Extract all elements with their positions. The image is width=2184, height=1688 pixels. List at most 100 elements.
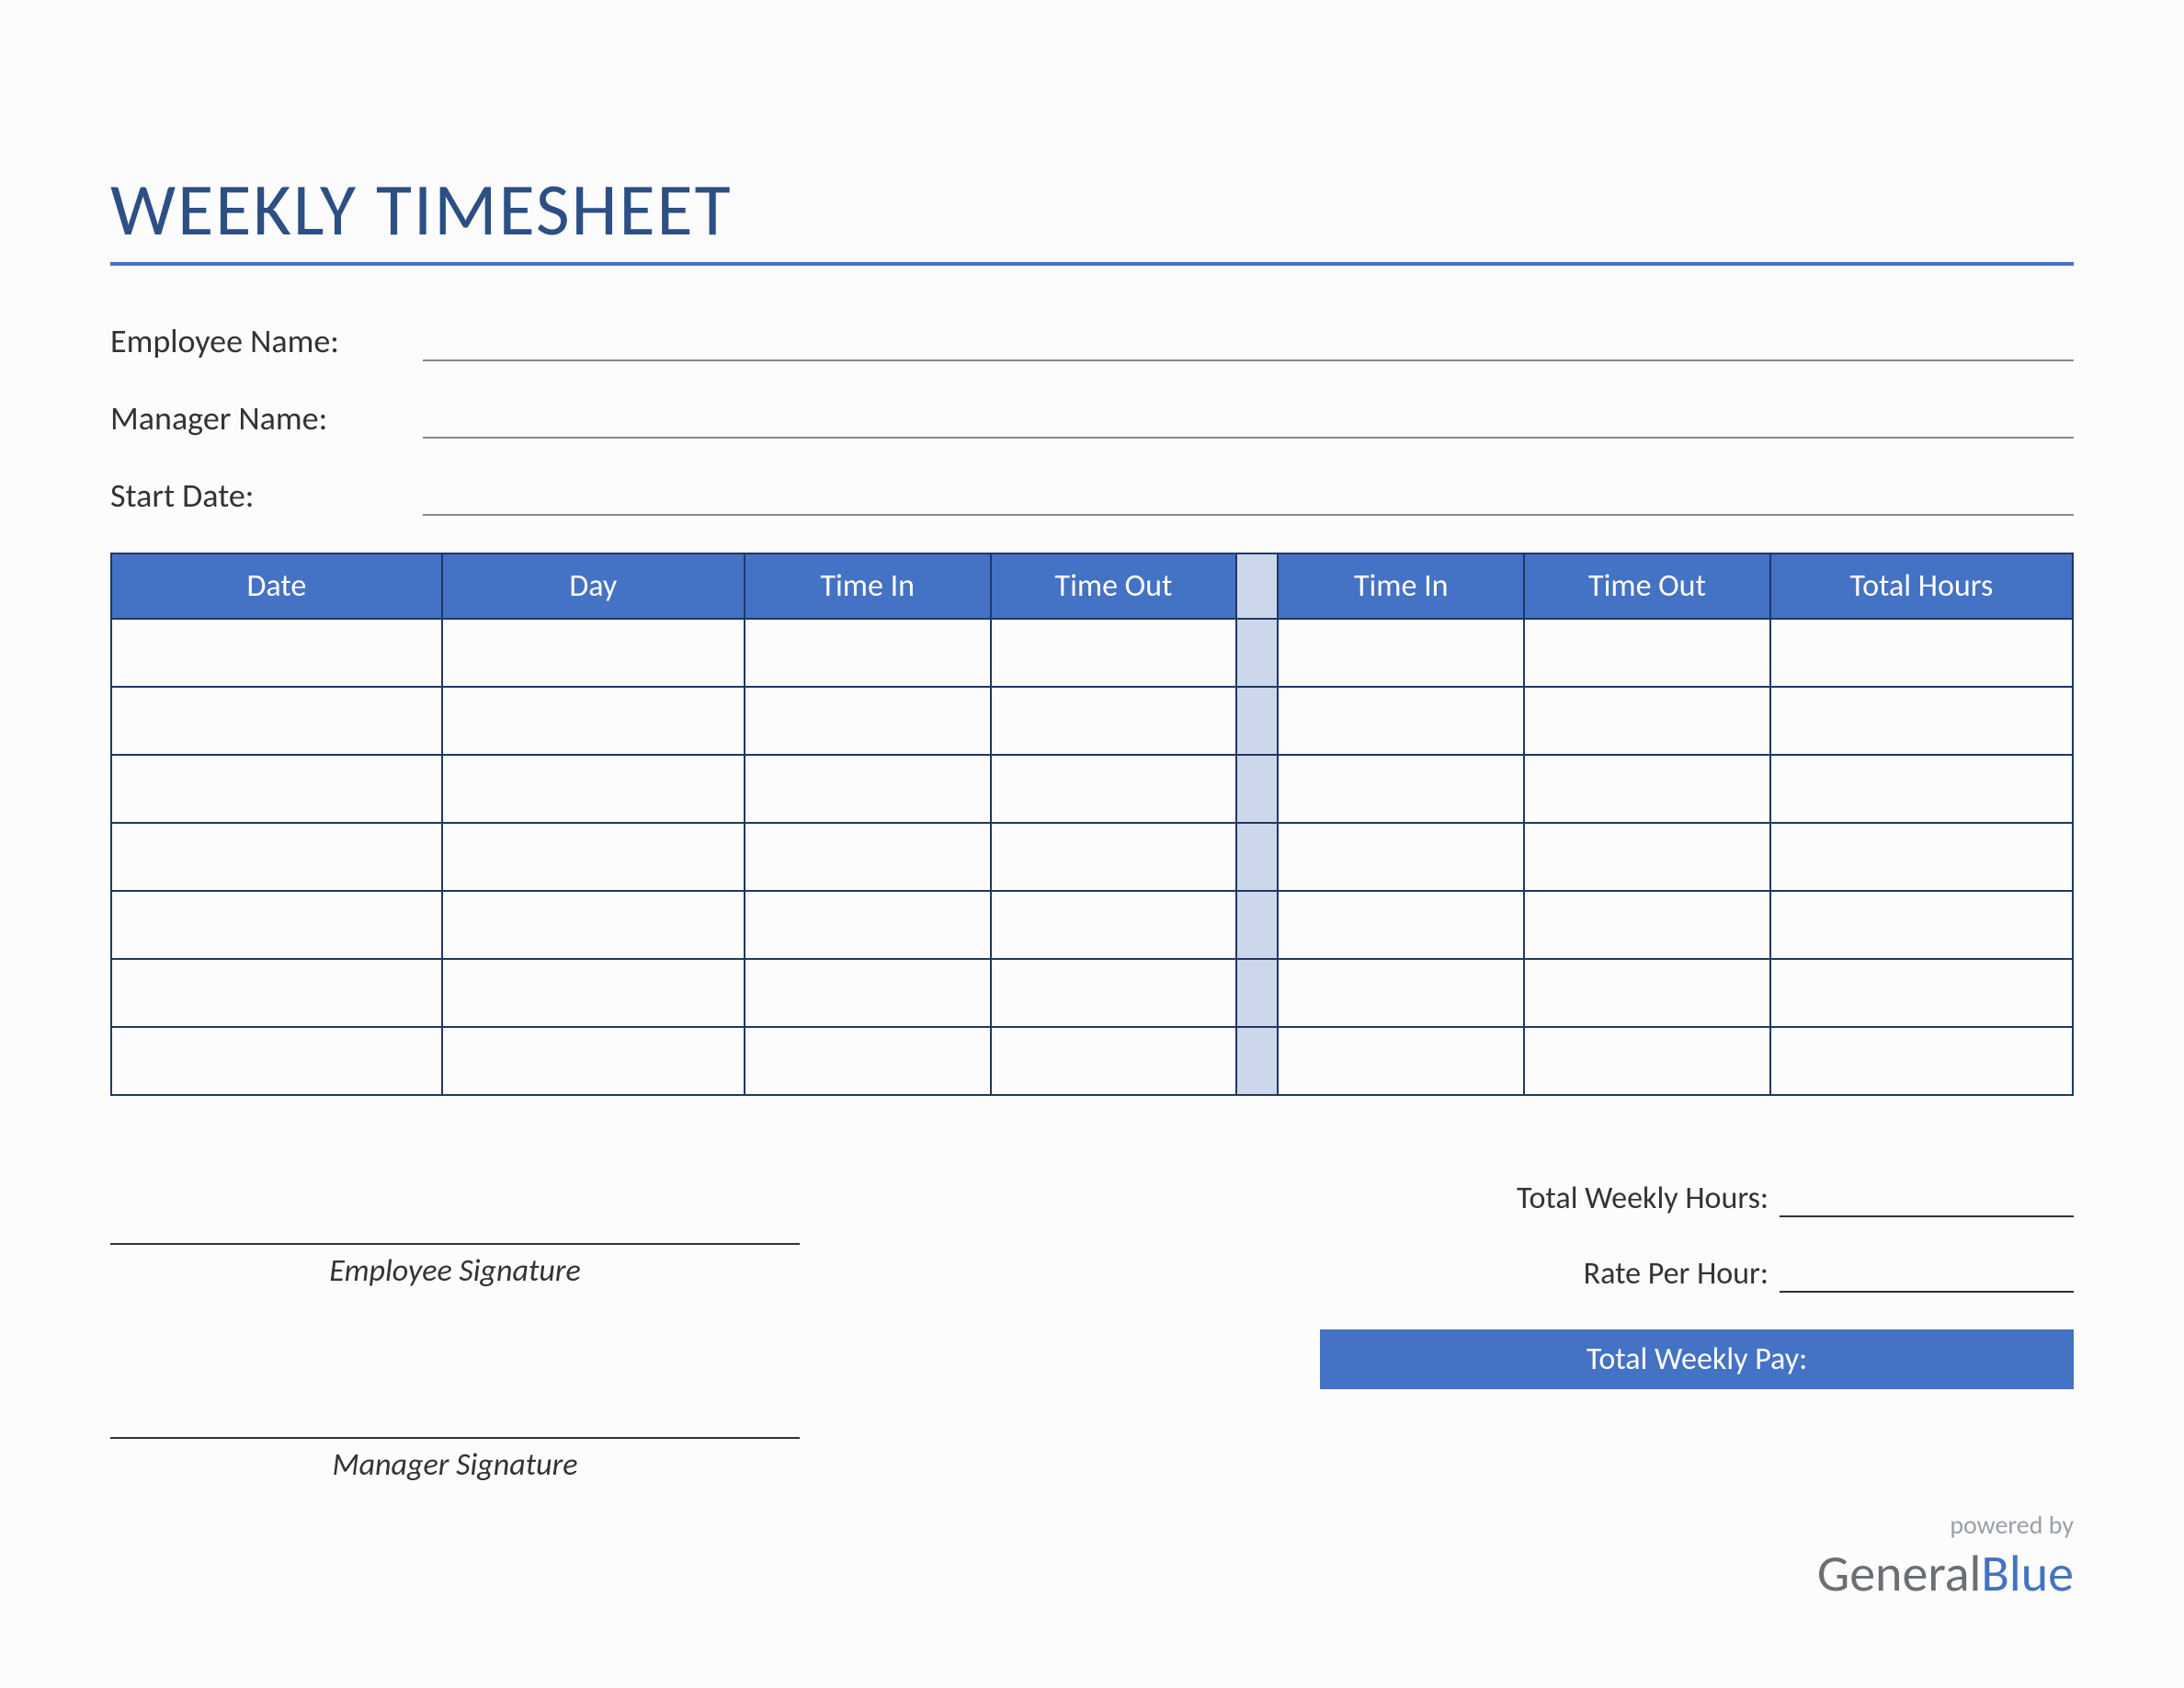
header-date: Date bbox=[111, 553, 442, 619]
cell-time-out-2[interactable] bbox=[1524, 755, 1770, 823]
cell-time-out-1[interactable] bbox=[991, 755, 1237, 823]
footer-branding: powered by GeneralBlue bbox=[1817, 1509, 2074, 1605]
cell-time-in-2[interactable] bbox=[1278, 1027, 1524, 1095]
cell-day[interactable] bbox=[442, 1027, 745, 1095]
cell-day[interactable] bbox=[442, 619, 745, 687]
cell-date[interactable] bbox=[111, 619, 442, 687]
start-date-input-line[interactable] bbox=[423, 479, 2074, 516]
total-hours-row: Total Weekly Hours: bbox=[1320, 1179, 2074, 1217]
table-row bbox=[111, 959, 2073, 1027]
cell-time-in-2[interactable] bbox=[1278, 687, 1524, 755]
table-row bbox=[111, 619, 2073, 687]
cell-time-in-2[interactable] bbox=[1278, 755, 1524, 823]
cell-total[interactable] bbox=[1770, 687, 2073, 755]
start-date-label: Start Date: bbox=[110, 475, 423, 516]
cell-day[interactable] bbox=[442, 823, 745, 891]
cell-total[interactable] bbox=[1770, 1027, 2073, 1095]
powered-by-text: powered by bbox=[1817, 1509, 2074, 1541]
table-row bbox=[111, 1027, 2073, 1095]
cell-spacer bbox=[1236, 755, 1278, 823]
title-underline bbox=[110, 262, 2074, 266]
cell-time-out-2[interactable] bbox=[1524, 959, 1770, 1027]
rate-label: Rate Per Hour: bbox=[1584, 1255, 1780, 1293]
cell-time-out-1[interactable] bbox=[991, 687, 1237, 755]
cell-day[interactable] bbox=[442, 959, 745, 1027]
cell-time-out-1[interactable] bbox=[991, 1027, 1237, 1095]
header-day: Day bbox=[442, 553, 745, 619]
timesheet-table: Date Day Time In Time Out Time In Time O… bbox=[110, 553, 2074, 1096]
cell-total[interactable] bbox=[1770, 959, 2073, 1027]
cell-spacer bbox=[1236, 891, 1278, 959]
brand-part-1: General bbox=[1817, 1543, 1982, 1605]
employee-signature-label: Employee Signature bbox=[110, 1252, 800, 1290]
cell-time-out-2[interactable] bbox=[1524, 687, 1770, 755]
cell-time-in-1[interactable] bbox=[745, 823, 991, 891]
cell-total[interactable] bbox=[1770, 619, 2073, 687]
cell-time-out-1[interactable] bbox=[991, 823, 1237, 891]
cell-time-out-2[interactable] bbox=[1524, 891, 1770, 959]
cell-spacer bbox=[1236, 619, 1278, 687]
cell-spacer bbox=[1236, 823, 1278, 891]
cell-time-out-1[interactable] bbox=[991, 959, 1237, 1027]
cell-time-out-1[interactable] bbox=[991, 891, 1237, 959]
header-time-out-1: Time Out bbox=[991, 553, 1237, 619]
employee-name-label: Employee Name: bbox=[110, 321, 423, 361]
cell-time-out-1[interactable] bbox=[991, 619, 1237, 687]
employee-signature-line[interactable] bbox=[110, 1179, 800, 1245]
total-pay-bar: Total Weekly Pay: bbox=[1320, 1329, 2074, 1389]
manager-name-input-line[interactable] bbox=[423, 402, 2074, 439]
cell-total[interactable] bbox=[1770, 891, 2073, 959]
start-date-row: Start Date: bbox=[110, 475, 2074, 516]
cell-spacer bbox=[1236, 687, 1278, 755]
cell-day[interactable] bbox=[442, 891, 745, 959]
cell-time-in-1[interactable] bbox=[745, 687, 991, 755]
manager-signature-label: Manager Signature bbox=[110, 1446, 800, 1484]
table-header-row: Date Day Time In Time Out Time In Time O… bbox=[111, 553, 2073, 619]
signatures-block: Employee Signature Manager Signature bbox=[110, 1179, 800, 1567]
total-hours-label: Total Weekly Hours: bbox=[1517, 1180, 1780, 1217]
cell-time-out-2[interactable] bbox=[1524, 619, 1770, 687]
cell-date[interactable] bbox=[111, 687, 442, 755]
cell-date[interactable] bbox=[111, 1027, 442, 1095]
header-total: Total Hours bbox=[1770, 553, 2073, 619]
employee-name-input-line[interactable] bbox=[423, 325, 2074, 361]
rate-row: Rate Per Hour: bbox=[1320, 1254, 2074, 1293]
page-title: WEEKLY TIMESHEET bbox=[110, 165, 2074, 255]
total-hours-input-line[interactable] bbox=[1780, 1179, 2074, 1217]
manager-name-row: Manager Name: bbox=[110, 398, 2074, 439]
table-row bbox=[111, 891, 2073, 959]
cell-date[interactable] bbox=[111, 891, 442, 959]
table-row bbox=[111, 755, 2073, 823]
cell-time-in-1[interactable] bbox=[745, 755, 991, 823]
cell-spacer bbox=[1236, 1027, 1278, 1095]
cell-date[interactable] bbox=[111, 823, 442, 891]
cell-time-in-2[interactable] bbox=[1278, 959, 1524, 1027]
table-row bbox=[111, 823, 2073, 891]
cell-time-in-2[interactable] bbox=[1278, 619, 1524, 687]
manager-name-label: Manager Name: bbox=[110, 398, 423, 439]
cell-total[interactable] bbox=[1770, 755, 2073, 823]
cell-time-out-2[interactable] bbox=[1524, 823, 1770, 891]
employee-name-row: Employee Name: bbox=[110, 321, 2074, 361]
header-spacer bbox=[1236, 553, 1278, 619]
cell-time-in-2[interactable] bbox=[1278, 823, 1524, 891]
cell-spacer bbox=[1236, 959, 1278, 1027]
cell-day[interactable] bbox=[442, 687, 745, 755]
cell-day[interactable] bbox=[442, 755, 745, 823]
cell-time-out-2[interactable] bbox=[1524, 1027, 1770, 1095]
manager-signature-line[interactable] bbox=[110, 1373, 800, 1439]
header-time-in-2: Time In bbox=[1278, 553, 1524, 619]
cell-date[interactable] bbox=[111, 959, 442, 1027]
cell-time-in-1[interactable] bbox=[745, 619, 991, 687]
header-time-out-2: Time Out bbox=[1524, 553, 1770, 619]
cell-total[interactable] bbox=[1770, 823, 2073, 891]
cell-date[interactable] bbox=[111, 755, 442, 823]
rate-input-line[interactable] bbox=[1780, 1254, 2074, 1293]
table-row bbox=[111, 687, 2073, 755]
cell-time-in-2[interactable] bbox=[1278, 891, 1524, 959]
brand-part-2: Blue bbox=[1981, 1543, 2074, 1605]
cell-time-in-1[interactable] bbox=[745, 891, 991, 959]
cell-time-in-1[interactable] bbox=[745, 959, 991, 1027]
header-time-in-1: Time In bbox=[745, 553, 991, 619]
cell-time-in-1[interactable] bbox=[745, 1027, 991, 1095]
